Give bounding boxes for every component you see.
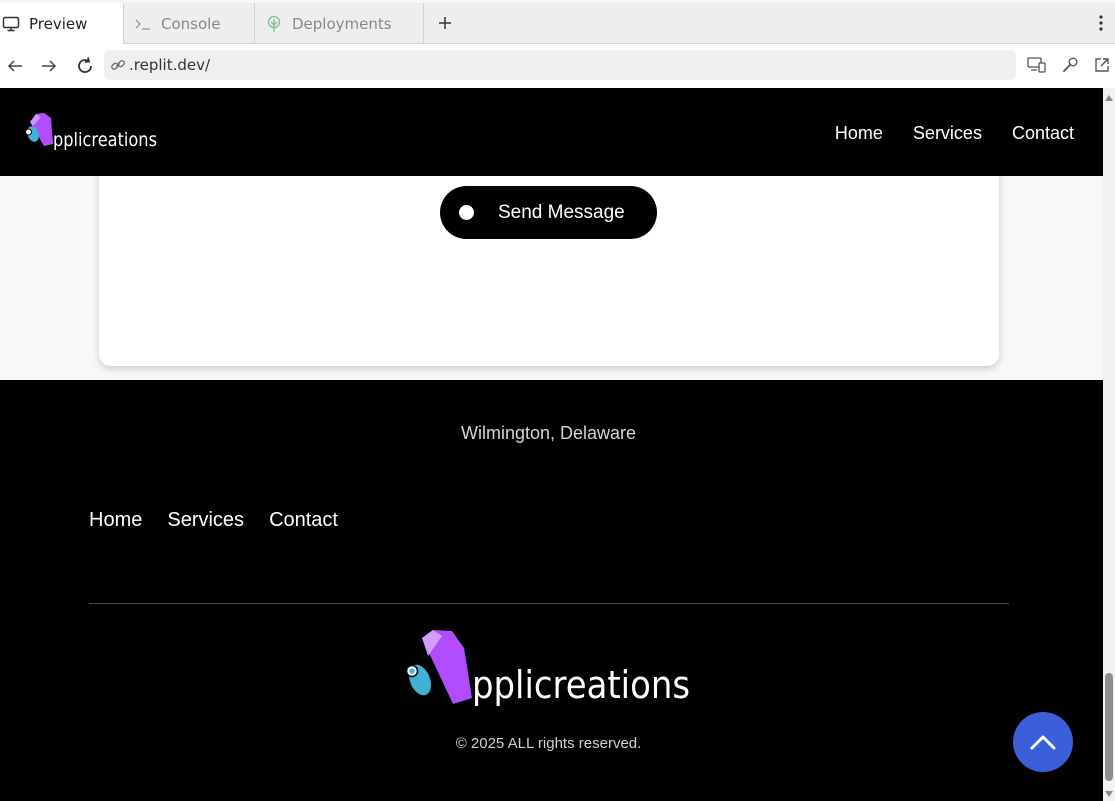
header-logo-wordmark: pplicreations xyxy=(53,129,157,151)
footer-home-link[interactable]: Home xyxy=(89,509,142,532)
open-new-window-button[interactable] xyxy=(1091,54,1113,76)
chevron-up-icon xyxy=(1030,735,1056,750)
scroll-up-arrow-icon[interactable] xyxy=(1105,95,1113,101)
scroll-to-top-button[interactable] xyxy=(1013,712,1073,772)
footer-contact-link[interactable]: Contact xyxy=(269,509,338,532)
plus-icon xyxy=(439,17,451,29)
reload-icon xyxy=(78,57,92,73)
copyright-text: © 2025 ALL rights reserved. xyxy=(455,735,642,752)
more-options-button[interactable] xyxy=(1092,12,1110,34)
new-tab-button[interactable] xyxy=(434,12,456,34)
devices-icon xyxy=(1027,57,1046,73)
external-link-icon xyxy=(1095,58,1109,72)
arrow-right-icon xyxy=(42,60,57,72)
send-message-label: Send Message xyxy=(498,201,625,223)
monitor-icon xyxy=(2,15,20,33)
site-footer: Wilmington, Delaware Home Services Conta… xyxy=(0,380,1103,801)
devices-button[interactable] xyxy=(1026,54,1048,76)
deploy-tree-icon xyxy=(265,15,283,33)
tab-deployments[interactable]: Deployments xyxy=(255,3,424,44)
url-field[interactable]: .replit.dev/ xyxy=(104,50,1016,80)
footer-logo[interactable]: pplicreations xyxy=(402,630,694,716)
arrow-left-icon xyxy=(7,60,22,72)
browser-tab-strip: Preview Console Deployments xyxy=(0,0,1115,45)
tab-preview[interactable]: Preview xyxy=(0,3,124,45)
nav-services-link[interactable]: Services xyxy=(913,123,982,144)
reload-button[interactable] xyxy=(73,54,97,78)
nav-home-link[interactable]: Home xyxy=(835,123,883,144)
link-icon xyxy=(111,60,125,70)
footer-services-link[interactable]: Services xyxy=(167,509,244,532)
wrench-icon xyxy=(1063,57,1078,72)
nav-contact-link[interactable]: Contact xyxy=(1012,123,1074,144)
address-bar: .replit.dev/ xyxy=(0,44,1115,88)
terminal-icon xyxy=(134,15,152,33)
kebab-menu-icon xyxy=(1099,15,1103,31)
header-logo[interactable]: pplicreations xyxy=(20,112,160,154)
footer-nav: Home Services Contact xyxy=(89,509,338,532)
page-scrollbar[interactable] xyxy=(1103,88,1115,801)
tab-console-label: Console xyxy=(161,14,221,33)
devtools-button[interactable] xyxy=(1059,54,1081,76)
tab-console[interactable]: Console xyxy=(124,3,255,44)
url-text: .replit.dev/ xyxy=(129,56,211,74)
scrollbar-thumb[interactable] xyxy=(1105,673,1113,781)
footer-divider xyxy=(89,603,1009,604)
scroll-down-arrow-icon[interactable] xyxy=(1105,791,1113,797)
forward-button[interactable] xyxy=(37,54,61,78)
send-message-button[interactable]: Send Message xyxy=(440,186,657,239)
tab-deployments-label: Deployments xyxy=(292,14,392,33)
footer-address: Wilmington, Delaware xyxy=(460,423,637,443)
footer-logo-wordmark: pplicreations xyxy=(472,663,690,707)
preview-viewport: pplicreations Home Services Contact Send… xyxy=(0,88,1103,801)
back-button[interactable] xyxy=(3,54,27,78)
header-nav: Home Services Contact xyxy=(835,123,1074,144)
site-header: pplicreations Home Services Contact xyxy=(0,88,1103,176)
send-dot-icon xyxy=(459,205,474,220)
tab-preview-label: Preview xyxy=(29,15,88,33)
